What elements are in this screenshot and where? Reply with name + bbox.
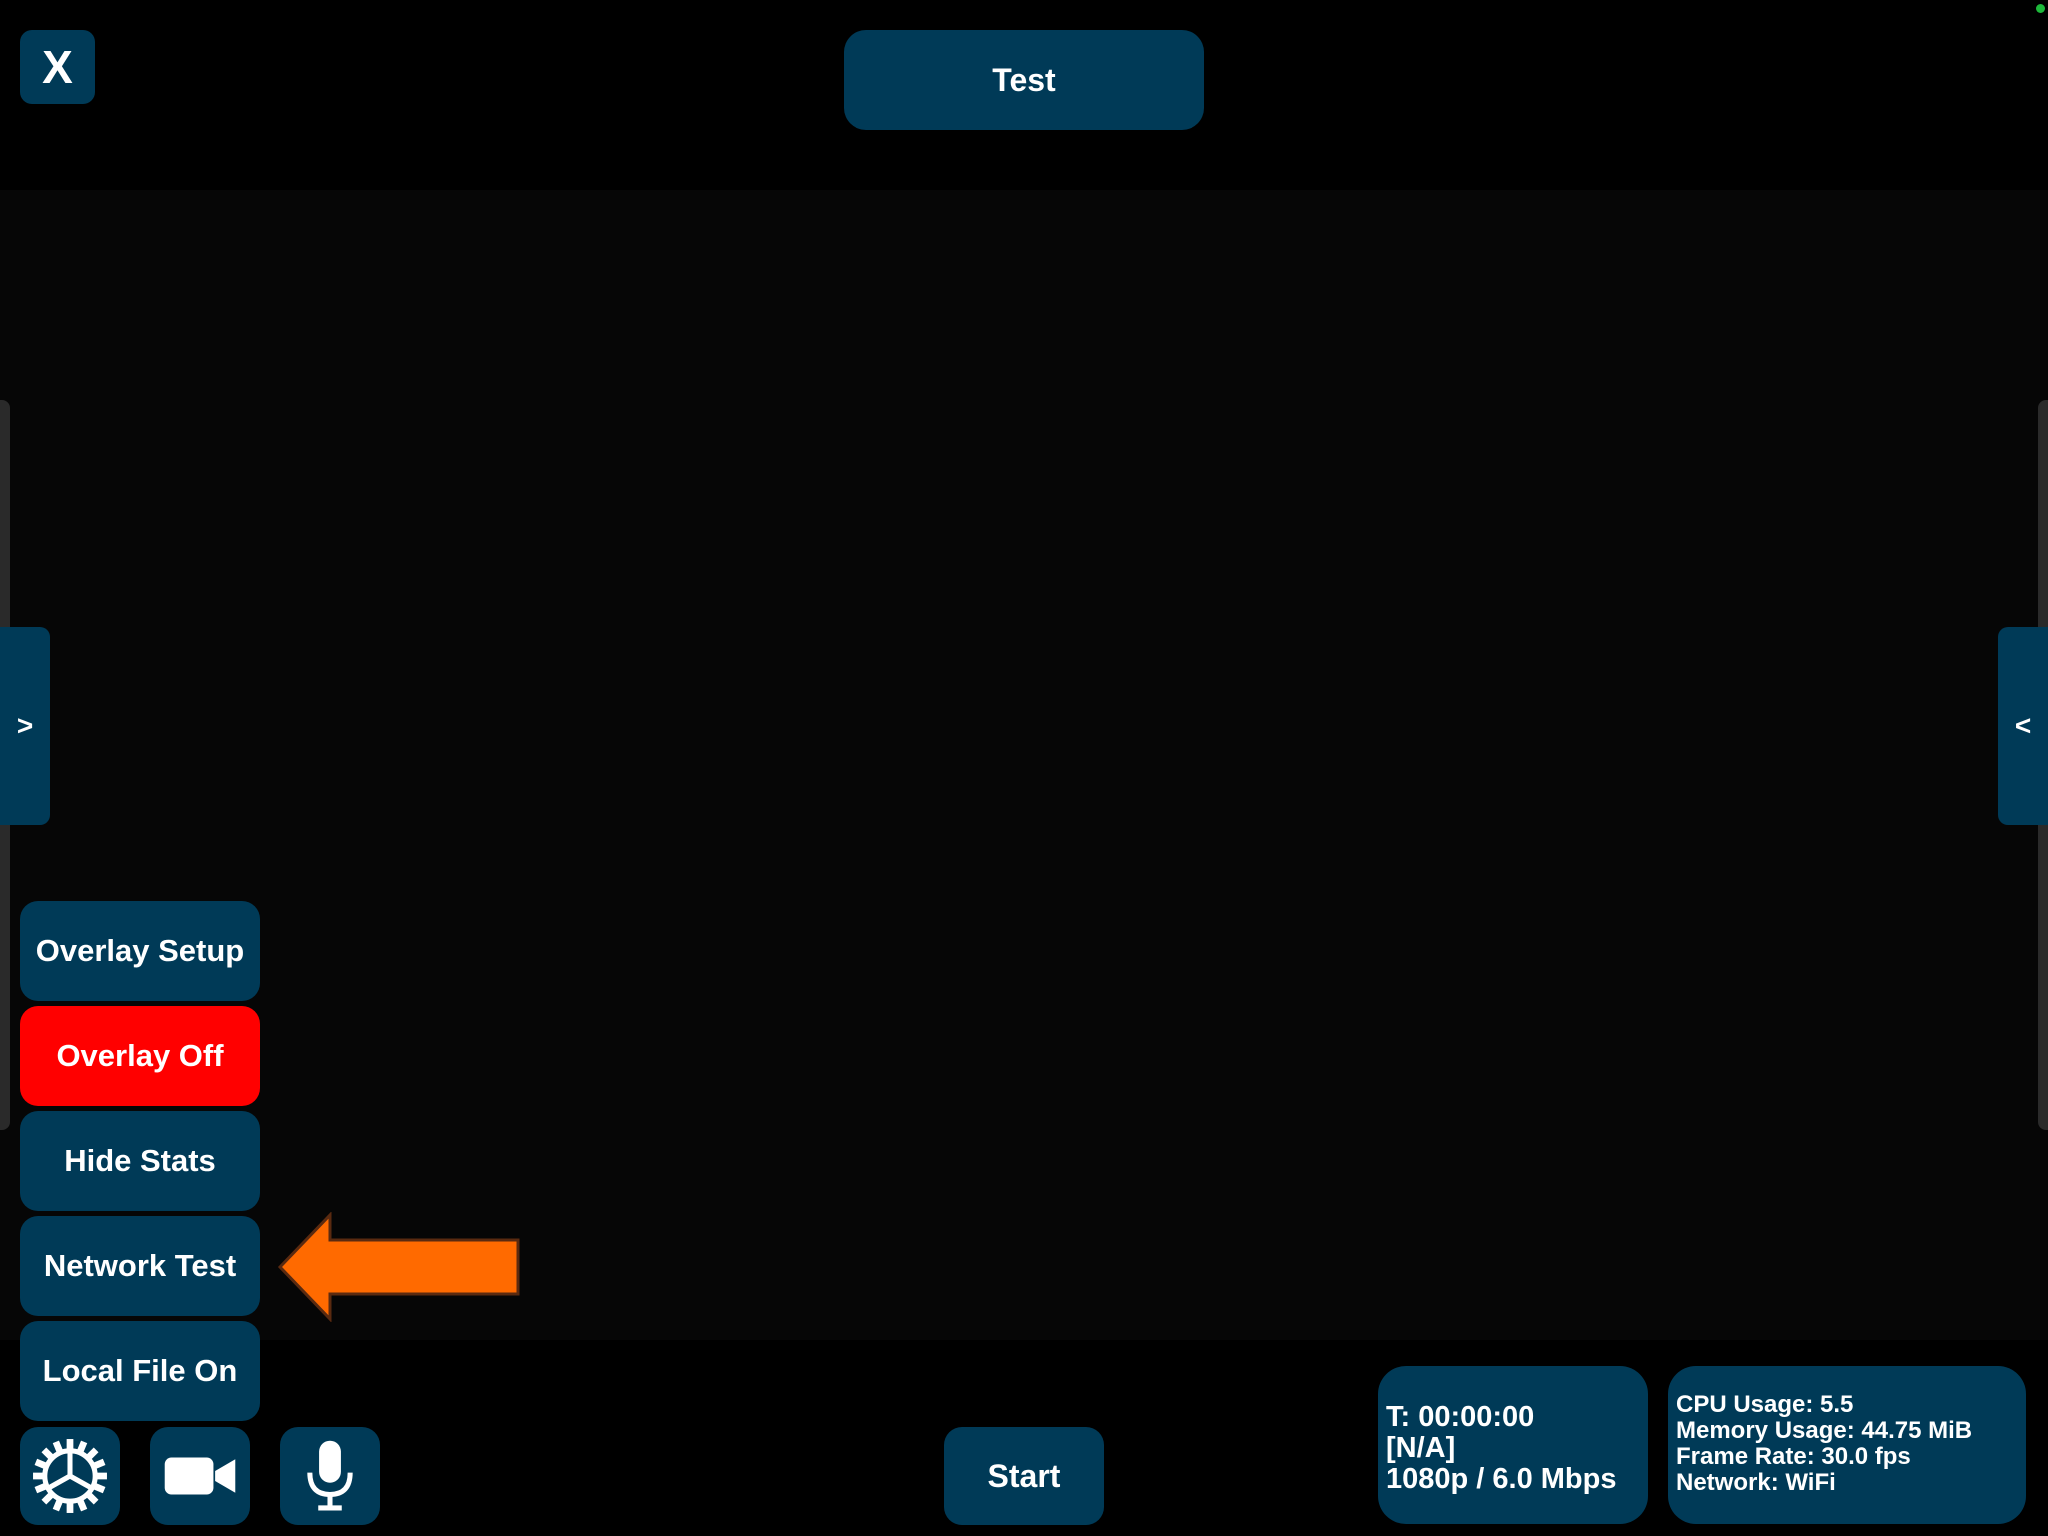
overlay-setup-button[interactable]: Overlay Setup	[20, 901, 260, 1001]
stream-stats-panel: T: 00:00:00 [N/A] 1080p / 6.0 Mbps	[1378, 1366, 1648, 1524]
resolution-bitrate-text: 1080p / 6.0 Mbps	[1386, 1463, 1617, 1495]
hide-stats-button[interactable]: Hide Stats	[20, 1111, 260, 1211]
gear-icon	[33, 1439, 107, 1513]
start-button[interactable]: Start	[944, 1427, 1104, 1525]
frame-rate-text: Frame Rate: 30.0 fps	[1676, 1443, 1911, 1470]
video-preview	[0, 190, 2048, 1340]
settings-button[interactable]	[20, 1427, 120, 1525]
system-stats-panel: CPU Usage: 5.5 Memory Usage: 44.75 MiB F…	[1668, 1366, 2026, 1524]
close-button[interactable]: X	[20, 30, 95, 104]
memory-usage-text: Memory Usage: 44.75 MiB	[1676, 1417, 1973, 1444]
network-test-button[interactable]: Network Test	[20, 1216, 260, 1316]
stream-status-text: [N/A]	[1386, 1432, 1456, 1464]
local-file-button[interactable]: Local File On	[20, 1321, 260, 1421]
title-button[interactable]: Test	[844, 30, 1204, 130]
video-camera-icon	[164, 1457, 236, 1495]
arrow-pointer-icon	[277, 1212, 520, 1322]
right-panel-toggle[interactable]: <	[1998, 627, 2048, 825]
camera-button[interactable]	[150, 1427, 250, 1525]
cpu-usage-text: CPU Usage: 5.5	[1676, 1391, 1854, 1418]
status-indicator-dot	[2036, 4, 2045, 13]
network-text: Network: WiFi	[1676, 1469, 1836, 1496]
microphone-icon	[307, 1440, 353, 1511]
overlay-off-button[interactable]: Overlay Off	[20, 1006, 260, 1106]
camera-screen: X Test > < Overlay Setup Overlay Off Hid…	[0, 0, 2048, 1536]
microphone-button[interactable]	[280, 1427, 380, 1525]
left-panel-toggle[interactable]: >	[0, 627, 50, 825]
timer-text: T: 00:00:00	[1386, 1401, 1535, 1433]
